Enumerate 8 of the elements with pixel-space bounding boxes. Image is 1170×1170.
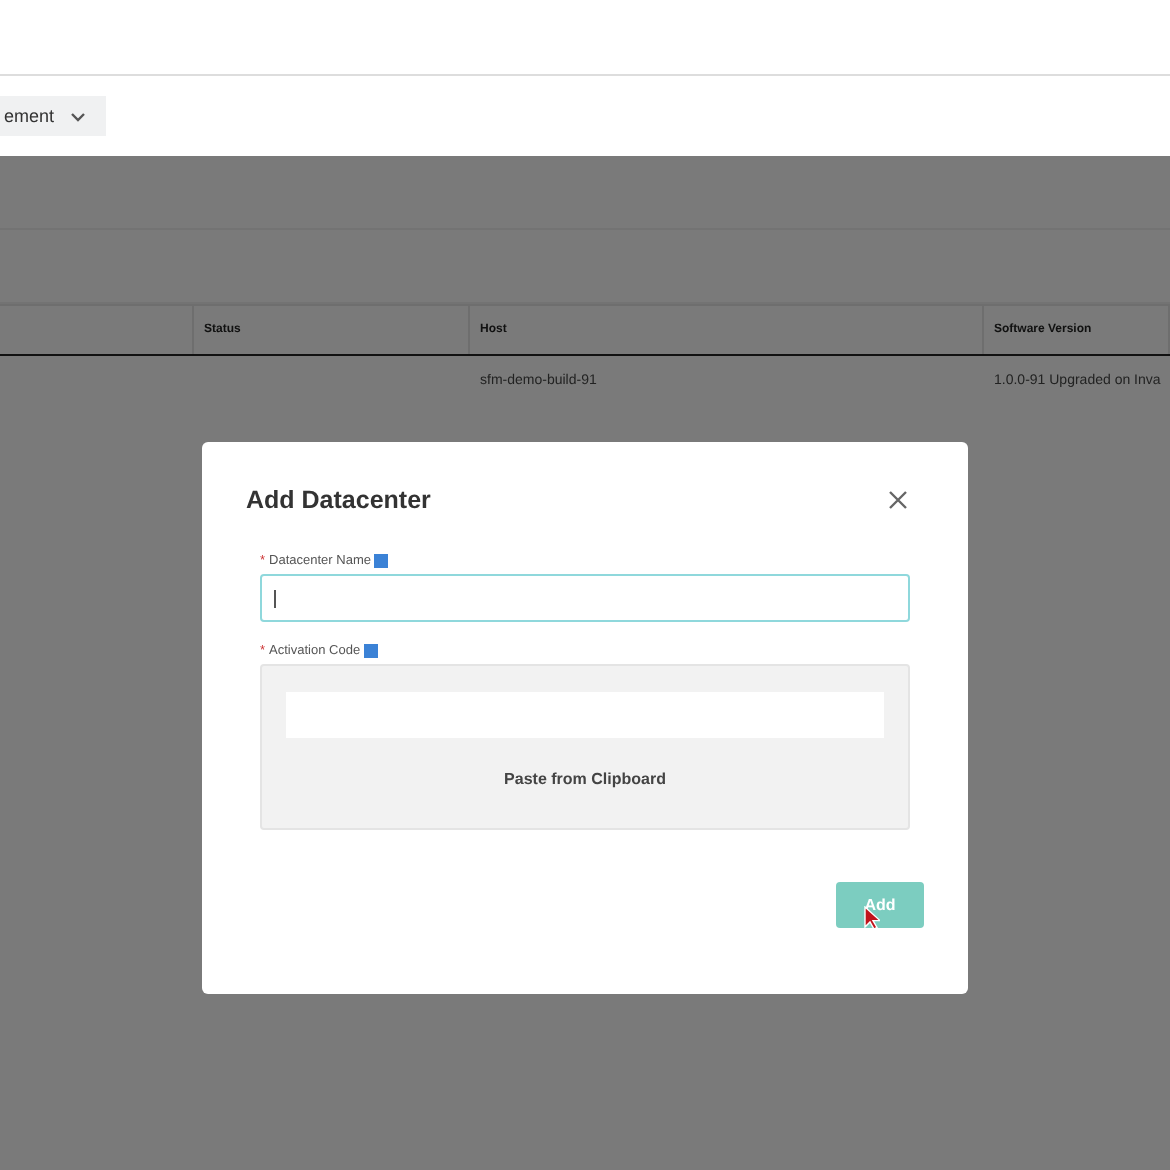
close-icon[interactable] — [886, 488, 910, 512]
view-dropdown[interactable]: ement — [0, 96, 107, 136]
paste-button[interactable]: Paste from Clipboard — [492, 768, 678, 790]
name-input-field[interactable] — [260, 574, 910, 622]
info-icon — [364, 644, 379, 658]
dialog-title: Add Datacenter — [246, 486, 431, 514]
info-icon — [374, 554, 389, 568]
chevron-down-icon — [70, 111, 87, 121]
